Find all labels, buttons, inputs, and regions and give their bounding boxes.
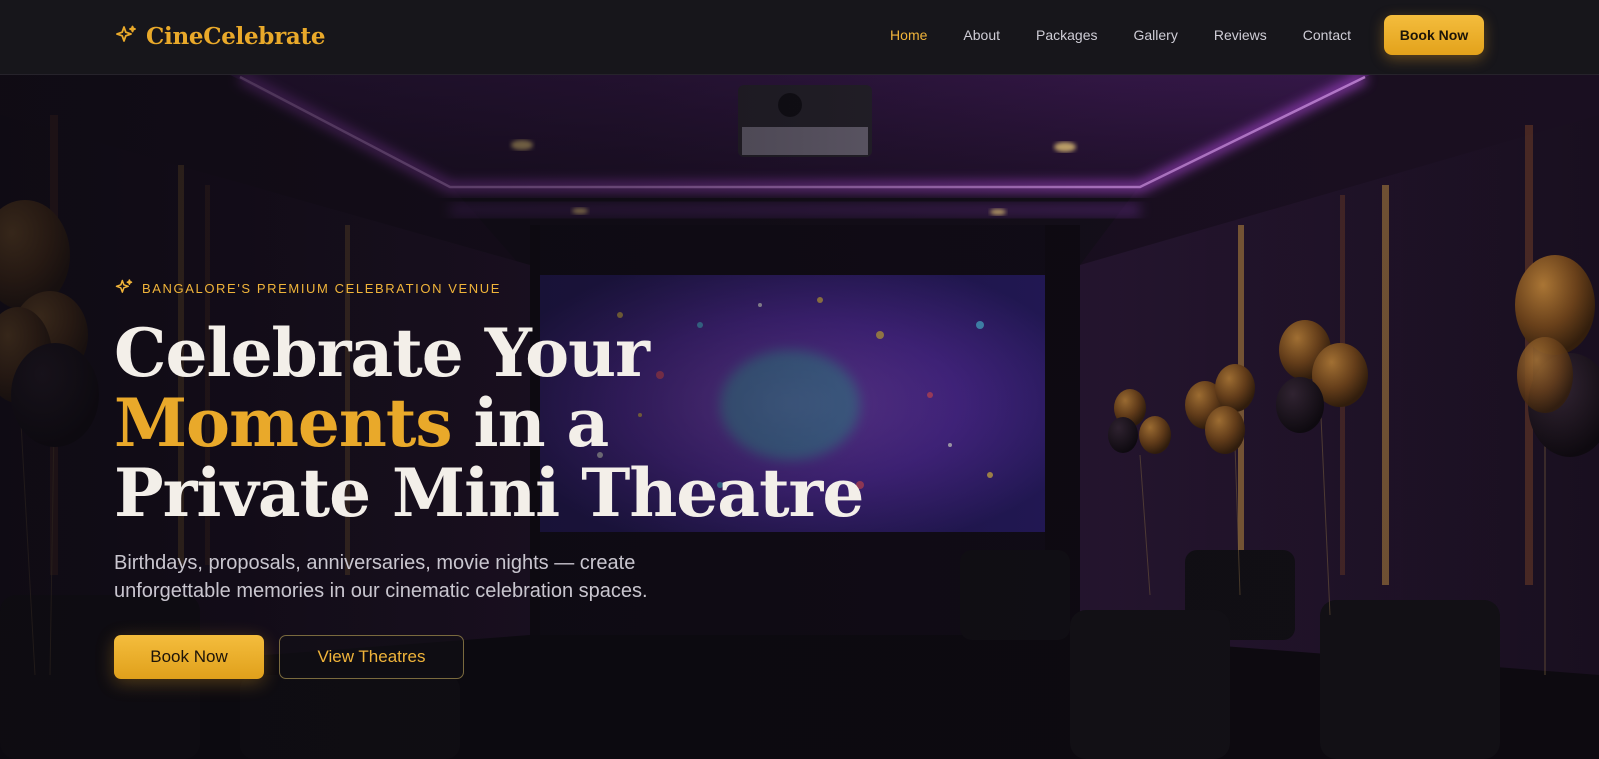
view-theatres-button[interactable]: View Theatres [279,635,464,679]
nav-item-contact[interactable]: Contact [1303,24,1351,46]
hero-book-now-button[interactable]: Book Now [114,635,264,679]
sparkles-icon [116,25,136,42]
nav-item-packages[interactable]: Packages [1036,24,1097,46]
brand-logo[interactable]: CineCelebrate [114,20,325,52]
headline-line-1: Celebrate Your [114,314,650,392]
nav-book-now-button[interactable]: Book Now [1384,15,1484,55]
headline-line-3: Private Mini Theatre [114,454,864,532]
nav-item-reviews[interactable]: Reviews [1214,24,1267,46]
hero-headline: Celebrate Your Moments in a Private Mini… [114,318,934,528]
headline-accent: Moments [114,384,453,462]
nav-item-about[interactable]: About [963,24,1000,46]
hero-eyebrow: BANGALORE'S PREMIUM CELEBRATION VENUE [114,278,501,298]
main-nav: Home About Packages Gallery Reviews Cont… [890,24,1351,46]
headline-line-2: in a [451,384,610,462]
hero-subtext: Birthdays, proposals, anniversaries, mov… [114,552,648,602]
navbar: CineCelebrate Home About Packages Galler… [0,0,1599,75]
nav-item-gallery[interactable]: Gallery [1133,24,1177,46]
brand-name: CineCelebrate [146,22,326,50]
nav-item-home[interactable]: Home [890,24,927,46]
sparkles-icon [115,279,133,293]
hero-eyebrow-text: BANGALORE'S PREMIUM CELEBRATION VENUE [142,280,502,296]
